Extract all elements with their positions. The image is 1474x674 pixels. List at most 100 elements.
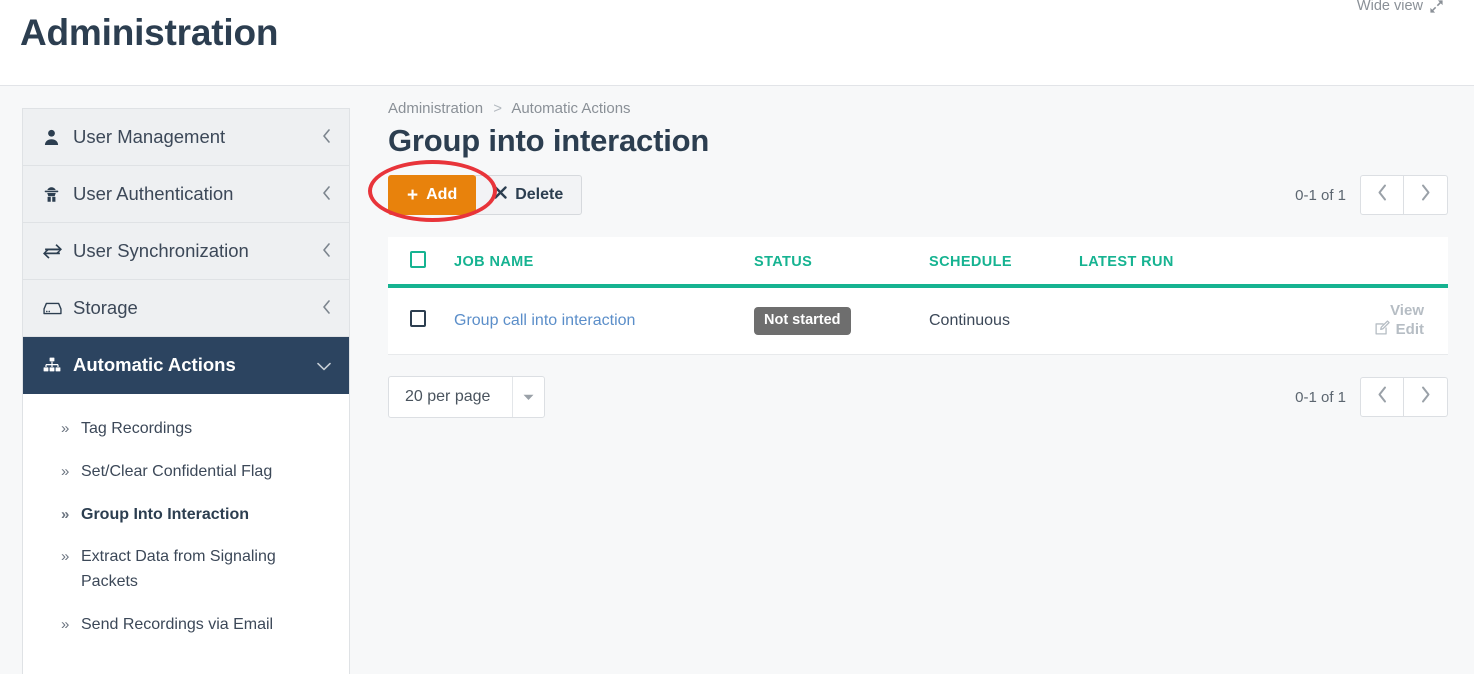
sidebar-subitem-label: Extract Data from Signaling Packets: [81, 548, 276, 591]
chevron-right-icon: [1420, 386, 1431, 409]
column-header-latest-run[interactable]: LATEST RUN: [1079, 237, 1329, 288]
delete-button-label: Delete: [515, 186, 564, 203]
row-checkbox[interactable]: [410, 310, 426, 327]
jobs-table-card: JOB NAME STATUS SCHEDULE LATEST RUN Grou…: [388, 237, 1448, 355]
times-icon: [494, 186, 507, 204]
add-button-label: Add: [426, 186, 458, 203]
double-chevron-right-icon: »: [61, 462, 70, 480]
sidebar-subitem-label: Send Recordings via Email: [81, 615, 274, 633]
select-all-header: [388, 237, 454, 288]
status-badge: Not started: [754, 307, 851, 335]
chevron-left-icon: [322, 128, 331, 146]
sidebar-item-label: Storage: [73, 297, 138, 318]
exchange-arrows-icon: [43, 243, 69, 260]
wide-view-label: Wide view: [1356, 0, 1423, 14]
pagination-count: 0-1 of 1: [1295, 388, 1346, 406]
sidebar-item-storage[interactable]: Storage: [23, 280, 349, 337]
pagination-prev-button[interactable]: [1360, 377, 1404, 417]
delete-button[interactable]: Delete: [475, 175, 583, 215]
breadcrumb: Administration > Automatic Actions: [388, 100, 1474, 117]
pagination-bottom: 0-1 of 1: [1295, 377, 1474, 417]
sidebar-nav: User Management User Authentication User…: [22, 108, 350, 674]
sidebar-submenu: » Tag Recordings » Set/Clear Confidentia…: [23, 394, 349, 657]
toolbar-button-group: + Add Delete: [368, 160, 583, 222]
sidebar-subitem-extract-data-from-signaling-packets[interactable]: » Extract Data from Signaling Packets: [23, 536, 349, 604]
pagination-next-button[interactable]: [1404, 377, 1448, 417]
sidebar-item-label: User Management: [73, 126, 226, 147]
pagination-buttons: [1360, 175, 1448, 215]
sitemap-icon: [43, 357, 69, 373]
select-all-checkbox[interactable]: [410, 251, 426, 268]
content-title: Group into interaction: [388, 123, 710, 158]
table-header-row: JOB NAME STATUS SCHEDULE LATEST RUN: [388, 237, 1448, 288]
per-page-value: 20 per page: [405, 388, 491, 405]
sidebar-subitem-tag-recordings[interactable]: » Tag Recordings: [23, 408, 349, 451]
sidebar-item-user-synchronization[interactable]: User Synchronization: [23, 223, 349, 280]
pagination-prev-button[interactable]: [1360, 175, 1404, 215]
plus-icon: +: [407, 184, 419, 206]
cell-job-name: Group call into interaction: [454, 286, 754, 355]
view-action[interactable]: View: [1390, 302, 1424, 319]
caret-down-icon: [512, 377, 544, 417]
cell-schedule: Continuous: [929, 286, 1079, 355]
pencil-square-icon: [1375, 320, 1390, 339]
table-body: Group call into interaction Not started …: [388, 286, 1448, 355]
column-header-actions: [1329, 237, 1448, 288]
pagination-next-button[interactable]: [1404, 175, 1448, 215]
sidebar-item-label: Automatic Actions: [73, 354, 236, 375]
chevron-left-icon: [1377, 386, 1388, 409]
sidebar-item-user-management[interactable]: User Management: [23, 109, 349, 166]
sidebar-subitem-label: Set/Clear Confidential Flag: [81, 462, 273, 480]
sidebar-subitem-label: Tag Recordings: [81, 420, 193, 437]
chevron-left-icon: [1377, 184, 1388, 207]
double-chevron-right-icon: »: [61, 420, 70, 437]
breadcrumb-separator: >: [493, 100, 502, 117]
page-body: User Management User Authentication User…: [0, 86, 1474, 674]
sidebar-subitem-send-recordings-via-email[interactable]: » Send Recordings via Email: [23, 604, 349, 647]
expand-arrows-icon: [1429, 0, 1444, 14]
sidebar-subitem-label: Group Into Interaction: [81, 505, 249, 523]
add-button[interactable]: + Add: [388, 175, 477, 215]
double-chevron-right-icon: »: [61, 615, 70, 633]
column-header-status[interactable]: STATUS: [754, 237, 929, 288]
job-name-link[interactable]: Group call into interaction: [454, 312, 635, 329]
per-page-select[interactable]: 20 per page: [388, 376, 546, 418]
wide-view-toggle[interactable]: Wide view: [1357, 0, 1444, 14]
top-header: Administration Wide view: [0, 0, 1474, 86]
edit-action[interactable]: Edit: [1375, 320, 1424, 339]
double-chevron-right-icon: »: [61, 505, 70, 523]
double-chevron-right-icon: »: [61, 548, 70, 566]
sidebar-item-label: User Authentication: [73, 183, 234, 204]
chevron-left-icon: [322, 299, 331, 317]
cell-latest-run: [1079, 286, 1329, 355]
page-title: Administration: [20, 12, 279, 53]
table-footer: 20 per page 0-1 of 1: [388, 375, 1474, 419]
sidebar-subitem-group-into-interaction[interactable]: » Group Into Interaction: [23, 494, 349, 537]
pagination-count: 0-1 of 1: [1295, 186, 1346, 204]
user-secret-icon: [43, 186, 69, 203]
sidebar-item-automatic-actions[interactable]: Automatic Actions: [23, 337, 349, 394]
sidebar-item-user-authentication[interactable]: User Authentication: [23, 166, 349, 223]
cell-status: Not started: [754, 286, 929, 355]
cell-actions: View Edit: [1329, 286, 1448, 355]
sidebar-item-label: User Synchronization: [73, 240, 249, 261]
table-row: Group call into interaction Not started …: [388, 286, 1448, 355]
chevron-left-icon: [322, 242, 331, 260]
column-header-job-name[interactable]: JOB NAME: [454, 237, 754, 288]
main-content: Administration > Automatic Actions Group…: [368, 86, 1474, 674]
chevron-down-icon: [317, 357, 331, 374]
user-icon: [43, 129, 69, 146]
breadcrumb-current[interactable]: Automatic Actions: [511, 100, 630, 117]
view-action-label: View: [1390, 302, 1424, 319]
table-head: JOB NAME STATUS SCHEDULE LATEST RUN: [388, 237, 1448, 288]
breadcrumb-root[interactable]: Administration: [388, 100, 483, 117]
hdd-icon: [43, 301, 69, 316]
row-select-cell: [388, 286, 454, 355]
toolbar: + Add Delete 0-1 of 1: [368, 160, 1474, 222]
chevron-left-icon: [322, 185, 331, 203]
edit-action-label: Edit: [1395, 321, 1424, 338]
sidebar-subitem-set-clear-confidential-flag[interactable]: » Set/Clear Confidential Flag: [23, 451, 349, 494]
column-header-schedule[interactable]: SCHEDULE: [929, 237, 1079, 288]
jobs-table: JOB NAME STATUS SCHEDULE LATEST RUN Grou…: [388, 237, 1448, 355]
pagination-buttons: [1360, 377, 1448, 417]
